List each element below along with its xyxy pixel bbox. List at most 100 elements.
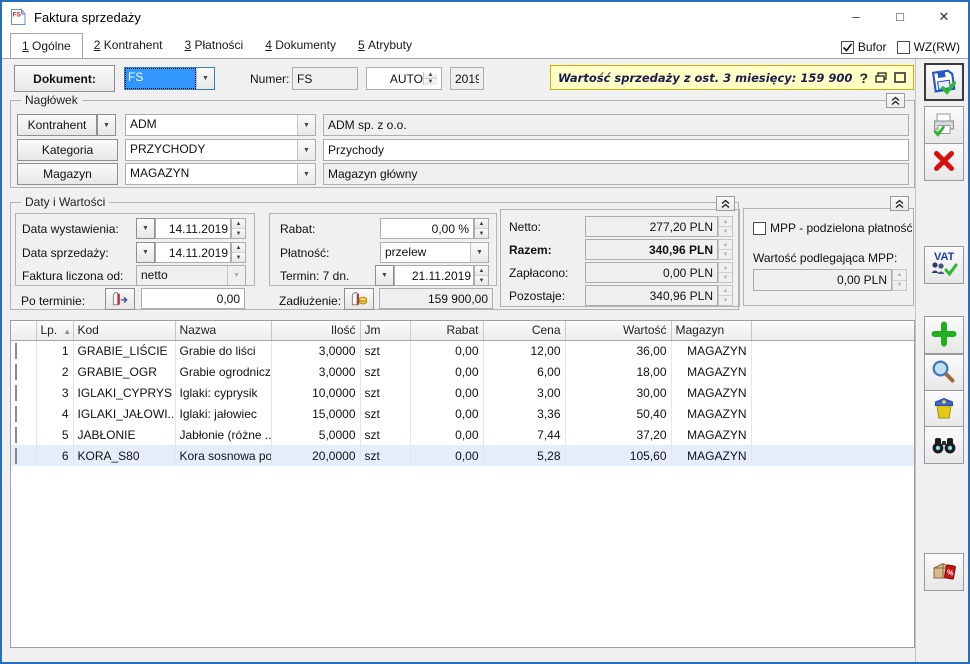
row-checkbox[interactable] xyxy=(15,448,17,464)
column-header-lp[interactable]: Lp.▲ xyxy=(36,321,73,340)
cancel-button[interactable] xyxy=(924,143,964,181)
daty-collapse-button[interactable] xyxy=(716,196,735,211)
overdue-ledger-icon xyxy=(110,291,130,307)
kategoria-opis-field[interactable]: Przychody xyxy=(323,139,909,161)
column-header-rabat[interactable]: Rabat xyxy=(410,321,483,340)
maximize-panel-icon[interactable] xyxy=(894,72,906,83)
po-terminie-button[interactable] xyxy=(105,288,135,310)
chevron-down-icon[interactable]: ▼ xyxy=(470,243,488,262)
tab-bar: 1 Ogólne 2 Kontrahent 3 Płatności 4 Doku… xyxy=(2,32,968,59)
termin-dropdown[interactable]: ▼ xyxy=(375,265,394,286)
kategoria-combobox[interactable]: PRZYCHODY▼ xyxy=(125,139,316,161)
zaplacono-spinner: ▲▼ xyxy=(718,262,733,283)
mpp-collapse-button[interactable] xyxy=(890,196,909,211)
kontrahent-button[interactable]: Kontrahent xyxy=(17,114,97,136)
mpp-checkbox[interactable]: MPP - podzielona płatność xyxy=(753,221,913,235)
help-icon[interactable]: ? xyxy=(859,70,868,86)
rabat-spinner[interactable]: ▲▼ xyxy=(474,218,489,239)
tab-dokumenty[interactable]: 4 Dokumenty xyxy=(254,33,347,58)
table-row[interactable]: 4IGLAKI_JAŁOWI...Iglaki: jałowiec15,0000… xyxy=(11,403,914,424)
chevron-down-icon[interactable]: ▼ xyxy=(297,164,315,184)
doc-type-combobox[interactable]: FS ▼ xyxy=(124,67,215,90)
zaplacono-field: 0,00 PLN xyxy=(585,262,718,283)
data-wystawienia-spinner[interactable]: ▲▼ xyxy=(231,218,246,239)
discounts-button[interactable]: % xyxy=(924,553,964,591)
vat-preview-button[interactable]: VAT xyxy=(924,246,964,284)
totals-panel: Netto: 277,20 PLN ▲▼ Razem: 340,96 PLN ▲… xyxy=(500,209,740,307)
tab-atrybuty[interactable]: 5 Atrybuty xyxy=(347,33,423,58)
table-row[interactable]: 2GRABIE_OGRGrabie ogrodnicze3,0000szt0,0… xyxy=(11,361,914,382)
chevron-down-icon: ▼ xyxy=(227,266,245,285)
bufor-checkbox[interactable]: Bufor xyxy=(841,40,887,54)
kontrahent-type-dropdown[interactable]: ▼ xyxy=(97,114,116,136)
chevron-down-icon[interactable]: ▼ xyxy=(196,68,214,89)
table-row[interactable]: 1GRABIE_LIŚCIEGrabie do liści3,0000szt0,… xyxy=(11,340,914,361)
print-button[interactable] xyxy=(924,106,964,144)
data-sprzedazy-label: Data sprzedaży: xyxy=(22,246,109,260)
data-wystawienia-dropdown[interactable]: ▼ xyxy=(136,218,155,239)
row-checkbox[interactable] xyxy=(15,343,17,359)
sales-info-text: Wartość sprzedaży z ost. 3 miesięcy: 159… xyxy=(558,71,852,85)
naglowek-collapse-button[interactable] xyxy=(886,93,905,108)
daty-wartosci-group: Daty i Wartości Data wystawienia: ▼ 14.1… xyxy=(10,202,739,310)
restore-window-icon[interactable] xyxy=(875,72,887,83)
faktura-liczona-label: Faktura liczona od: xyxy=(22,269,123,283)
data-sprzedazy-field[interactable]: 14.11.2019 xyxy=(155,242,231,263)
svg-text:FS: FS xyxy=(13,12,22,19)
rabat-label: Rabat: xyxy=(280,222,315,236)
numer-auto-field[interactable]: AUTO ▲▼ xyxy=(366,67,442,90)
table-row[interactable]: 3IGLAKI_CYPRYSIglaki: cyprysik10,0000szt… xyxy=(11,382,914,403)
chevron-down-icon[interactable]: ▼ xyxy=(297,140,315,160)
auto-spinner[interactable]: ▲▼ xyxy=(423,72,437,85)
magazyn-button[interactable]: Magazyn xyxy=(17,163,118,185)
row-checkbox[interactable] xyxy=(15,427,17,443)
sales-info-banner: Wartość sprzedaży z ost. 3 miesięcy: 159… xyxy=(550,65,914,90)
column-header-cena[interactable]: Cena xyxy=(483,321,565,340)
column-header-jm[interactable]: Jm xyxy=(360,321,410,340)
column-header-magazyn[interactable]: Magazyn xyxy=(671,321,751,340)
dokument-button[interactable]: Dokument: xyxy=(14,65,115,92)
row-checkbox[interactable] xyxy=(15,385,17,401)
wz-rw-checkbox[interactable]: WZ(RW) xyxy=(897,40,960,54)
tab-kontrahent[interactable]: 2 Kontrahent xyxy=(83,33,174,58)
data-sprzedazy-dropdown[interactable]: ▼ xyxy=(136,242,155,263)
delete-item-button[interactable] xyxy=(924,390,964,428)
close-icon[interactable]: ✕ xyxy=(922,2,966,31)
edit-item-button[interactable] xyxy=(924,354,964,392)
tab-platnosci[interactable]: 3 Płatności xyxy=(173,33,254,58)
column-header-wartosc[interactable]: Wartość xyxy=(565,321,671,340)
table-row-selected[interactable]: 6KORA_S80Kora sosnowa po...20,0000szt0,0… xyxy=(11,445,914,466)
termin-spinner[interactable]: ▲▼ xyxy=(474,265,489,286)
payment-panel: Rabat: 0,00 % ▲▼ Płatność: przelew▼ Term… xyxy=(269,213,497,286)
save-button[interactable] xyxy=(924,63,964,101)
razem-field: 340,96 PLN xyxy=(585,239,718,260)
mpp-spinner: ▲▼ xyxy=(892,269,907,291)
find-item-button[interactable] xyxy=(924,426,964,464)
magazyn-combobox[interactable]: MAGAZYN▼ xyxy=(125,163,316,185)
naglowek-group: Nagłówek Kontrahent ▼ ADM▼ ADM sp. z o.o… xyxy=(10,100,915,188)
column-header-kod[interactable]: Kod xyxy=(73,321,175,340)
table-row[interactable]: 5JABŁONIEJabłonie (różne ...5,0000szt0,0… xyxy=(11,424,914,445)
po-terminie-field[interactable]: 0,00 xyxy=(141,288,245,309)
tab-ogolne[interactable]: 1 Ogólne xyxy=(10,33,83,58)
rabat-field[interactable]: 0,00 % xyxy=(380,218,474,239)
plus-icon xyxy=(930,320,958,351)
zaplacono-label: Zapłacono: xyxy=(509,266,568,280)
platnosc-combobox[interactable]: przelew▼ xyxy=(380,242,489,263)
zadluzenie-button[interactable] xyxy=(344,288,374,310)
column-header-nazwa[interactable]: Nazwa xyxy=(175,321,271,340)
kontrahent-code-combobox[interactable]: ADM▼ xyxy=(125,114,316,136)
row-checkbox[interactable] xyxy=(15,364,17,380)
row-checkbox[interactable] xyxy=(15,406,17,422)
maximize-icon[interactable]: □ xyxy=(878,2,922,31)
debt-ledger-coins-icon xyxy=(349,291,369,307)
column-header-ilosc[interactable]: Ilość xyxy=(271,321,360,340)
checkbox-checked-icon xyxy=(841,41,854,54)
minimize-icon[interactable]: – xyxy=(834,2,878,31)
chevron-down-icon[interactable]: ▼ xyxy=(297,115,315,135)
termin-date-field[interactable]: 21.11.2019 xyxy=(394,265,474,286)
add-item-button[interactable] xyxy=(924,316,964,354)
data-sprzedazy-spinner[interactable]: ▲▼ xyxy=(231,242,246,263)
data-wystawienia-field[interactable]: 14.11.2019 xyxy=(155,218,231,239)
kategoria-button[interactable]: Kategoria xyxy=(17,139,118,161)
